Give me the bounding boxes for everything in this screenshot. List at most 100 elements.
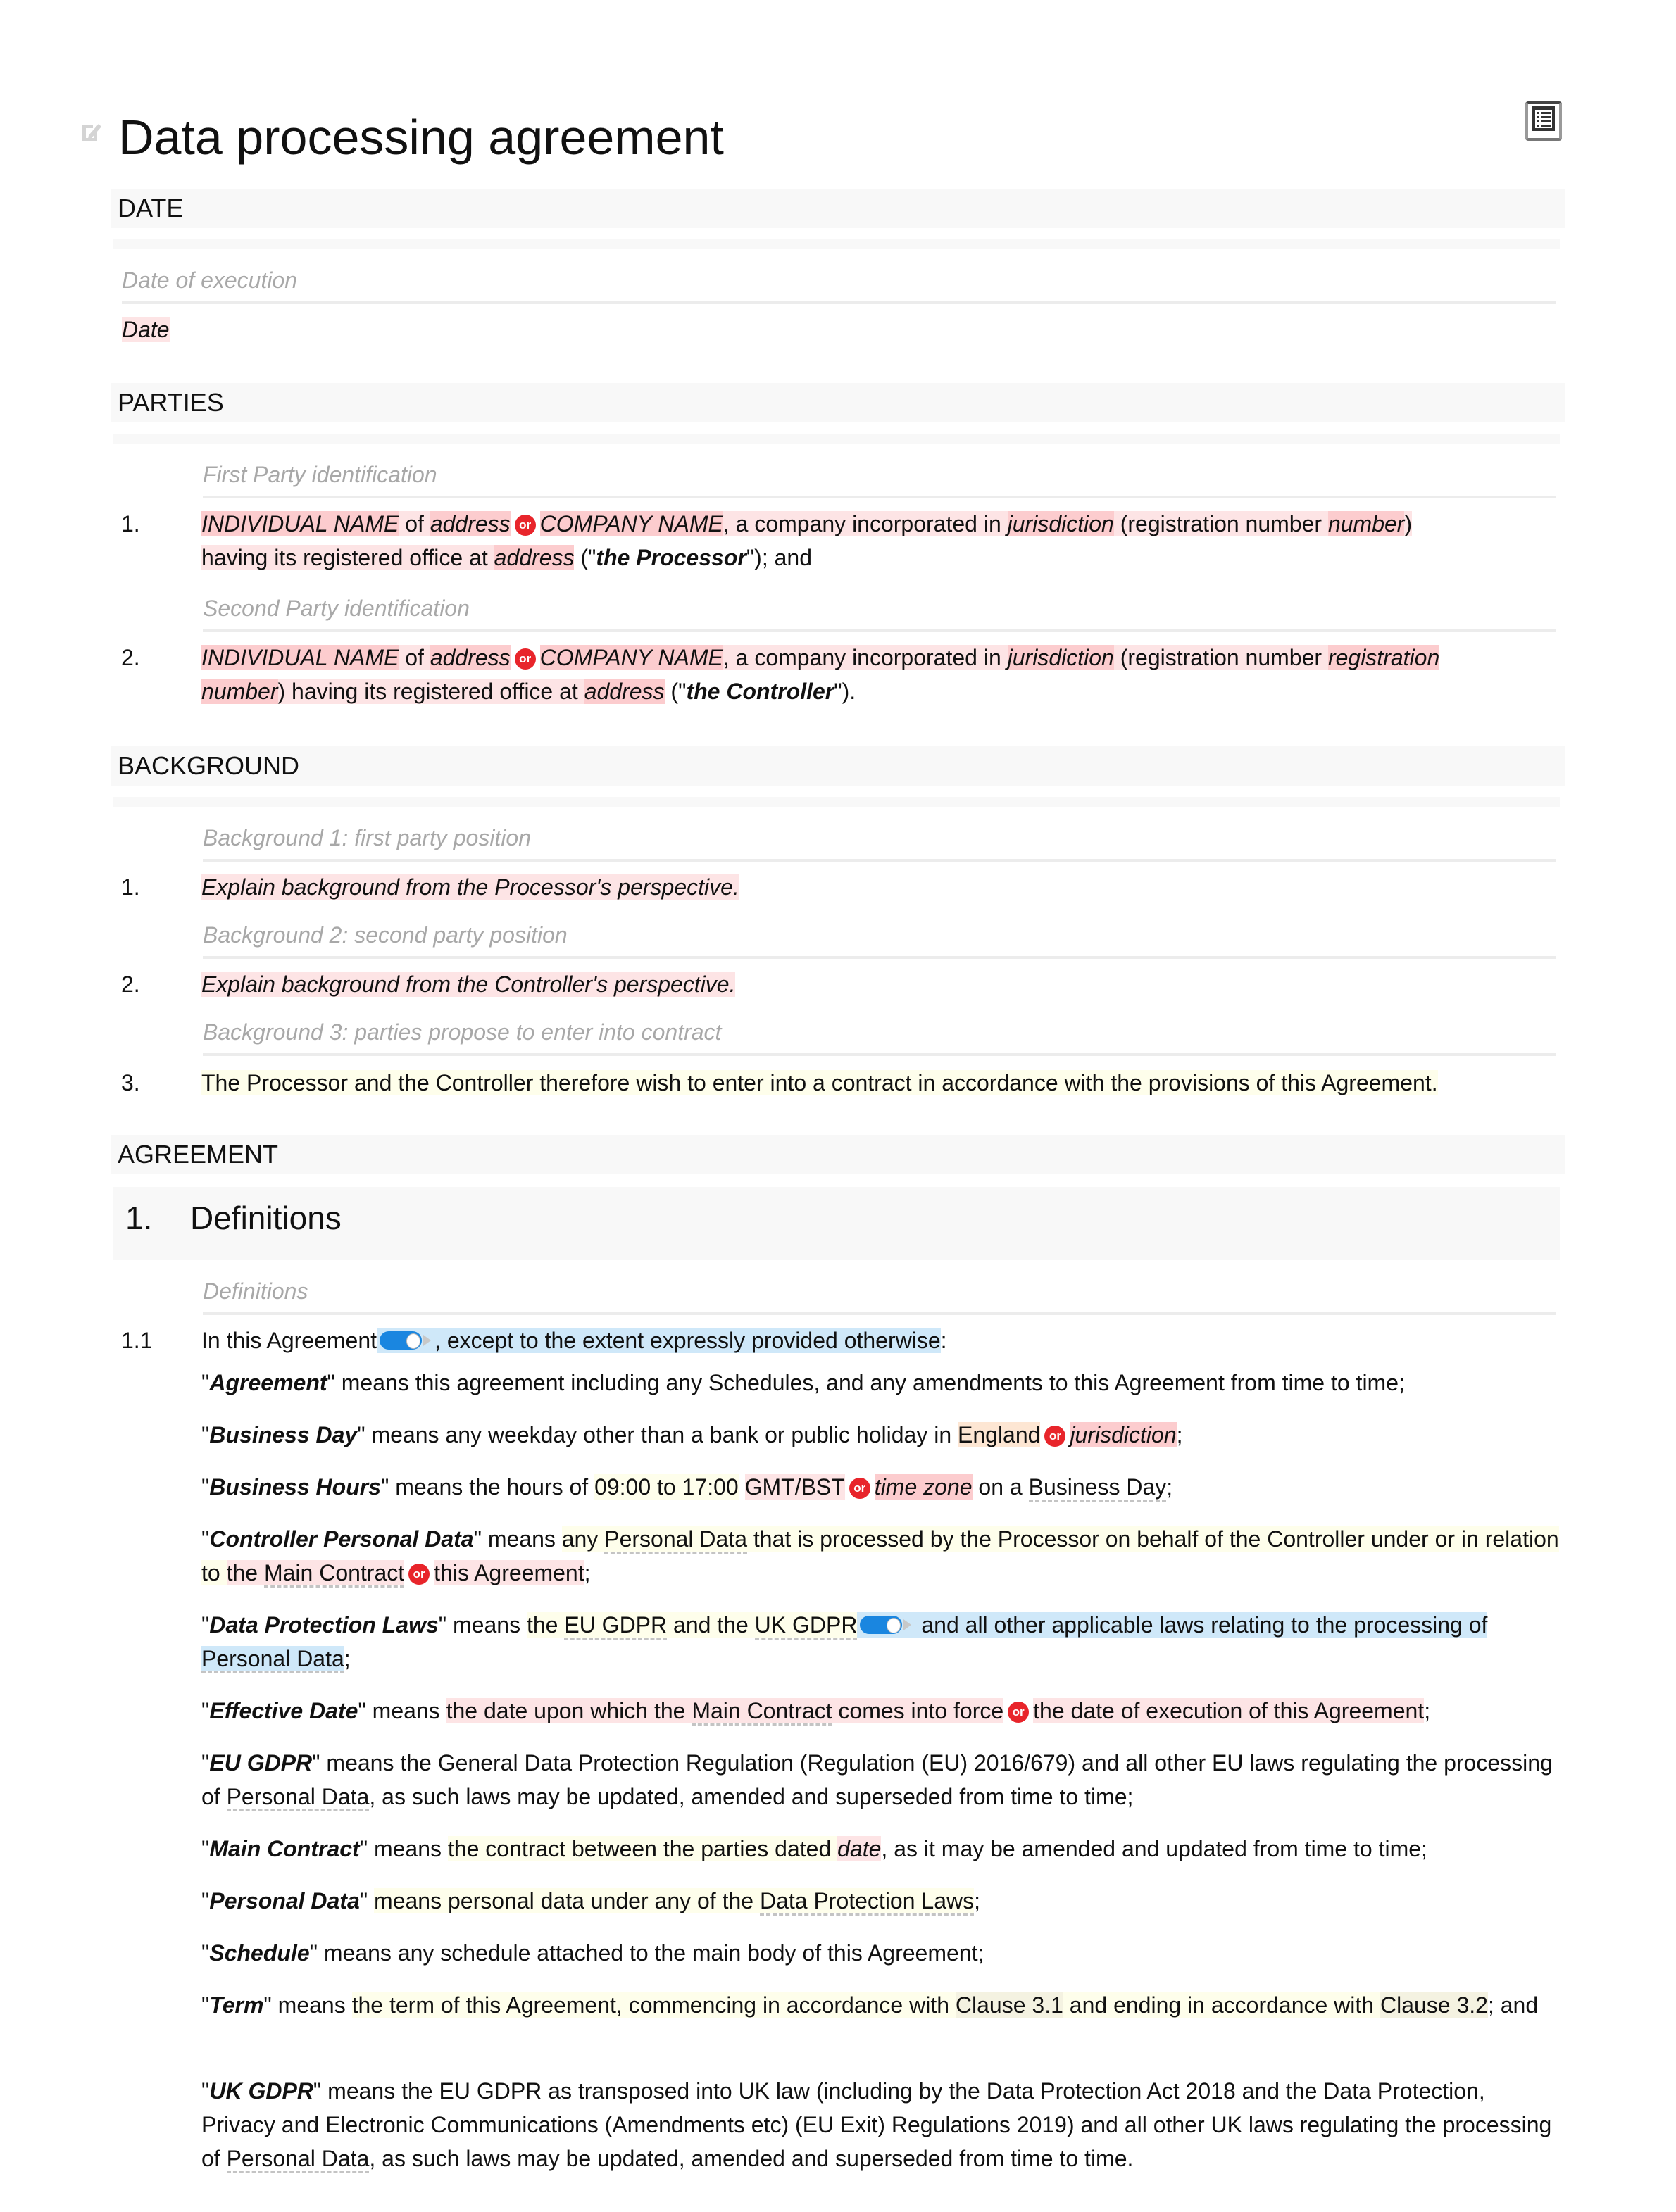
field-hint: Background 1: first party position [203, 825, 532, 850]
address-placeholder[interactable]: address [430, 645, 511, 670]
defined-term-link[interactable]: EU GDPR [564, 1612, 668, 1640]
address-placeholder[interactable]: address [430, 511, 511, 536]
defined-role: the Controller [686, 679, 834, 704]
field-hint: Background 3: parties propose to enter i… [203, 1019, 722, 1045]
party-number: 2. [121, 645, 140, 670]
defined-term-link[interactable]: UK GDPR [754, 1612, 858, 1640]
option-text[interactable]: the date of execution of this Agreement [1033, 1698, 1425, 1723]
default-option[interactable]: England [958, 1422, 1041, 1447]
address-placeholder[interactable]: address [584, 679, 665, 704]
option-text[interactable]: this Agreement [434, 1560, 584, 1585]
defined-term-link[interactable]: Business Day [1028, 1474, 1167, 1502]
clause-reference-link[interactable]: Clause 3.2 [1380, 1992, 1488, 2018]
defined-term: Business Hours [209, 1474, 381, 1500]
optional-text-toggle[interactable] [380, 1328, 432, 1350]
clause-reference-link[interactable]: Clause 3.1 [955, 1992, 1063, 2018]
defined-term: Data Protection Laws [209, 1612, 439, 1638]
section-header-agreement: AGREEMENT [111, 1135, 1565, 1174]
defined-term: Personal Data [209, 1888, 360, 1913]
optional-text[interactable]: The Processor and the Controller therefo… [201, 1070, 1438, 1095]
defined-term-link[interactable]: Data Protection Laws [759, 1888, 975, 1916]
table-of-contents-icon [1532, 106, 1555, 137]
field-hint-date: Date of execution [122, 268, 298, 293]
background-placeholder[interactable]: Explain background from the Processor's … [201, 874, 739, 900]
field-rule [122, 301, 1556, 304]
address-placeholder[interactable]: address [494, 545, 575, 570]
defined-term: EU GDPR [209, 1750, 313, 1776]
defined-term-link[interactable]: Personal Data [201, 1646, 344, 1673]
or-toggle-badge[interactable]: or [514, 515, 536, 536]
company-name-placeholder[interactable]: COMPANY NAME [539, 511, 723, 536]
title-row: Data processing agreement [79, 101, 1565, 169]
defined-role: the Processor [596, 545, 746, 570]
defined-term: Schedule [209, 1940, 310, 1966]
section-header-background: BACKGROUND [111, 746, 1565, 786]
or-toggle-badge[interactable]: or [408, 1564, 430, 1585]
defined-term-link[interactable]: Main Contract [263, 1560, 405, 1588]
optional-text[interactable]: the term of this Agreement, commencing i… [351, 1992, 1488, 2018]
definition-data-protection-laws: "Data Protection Laws" means the EU GDPR… [201, 1608, 1561, 1676]
defined-term-link[interactable]: Personal Data [226, 2146, 370, 2173]
field-hint-second-party: Second Party identification [203, 596, 470, 621]
background-item: Explain background from the Processor's … [201, 870, 1561, 904]
section-divider [113, 797, 1560, 807]
section-header-parties: PARTIES [111, 383, 1565, 422]
field-rule [203, 1053, 1556, 1056]
party-2-clause: INDIVIDUAL NAME of address or COMPANY NAME… [201, 645, 1440, 704]
party-1-clause: INDIVIDUAL NAME of address or COMPANY NAME… [201, 511, 1413, 570]
individual-name-placeholder[interactable]: INDIVIDUAL NAME [201, 511, 399, 536]
company-name-placeholder[interactable]: COMPANY NAME [539, 645, 723, 670]
defined-term: UK GDPR [209, 2078, 313, 2104]
optional-text-toggle[interactable] [860, 1613, 912, 1634]
clause-number: 1. [125, 1200, 153, 1236]
section-header-date: DATE [111, 189, 1565, 228]
optional-text[interactable]: the contract between the parties dated d… [447, 1836, 882, 1861]
defined-term-link[interactable]: Personal Data [604, 1526, 748, 1554]
field-rule [203, 629, 1556, 632]
defined-term: Main Contract [209, 1836, 360, 1861]
definition-schedule: "Schedule" means any schedule attached t… [201, 1940, 984, 1966]
subclause-number: 1.1 [121, 1328, 153, 1353]
optional-text[interactable]: 09:00 to 17:00 [594, 1474, 739, 1500]
definitions-intro: In this Agreement, except to the extent … [201, 1328, 947, 1353]
date-placeholder[interactable]: date [837, 1836, 882, 1861]
registration-number-placeholder[interactable]: number [1327, 511, 1405, 536]
or-toggle-badge[interactable]: or [1044, 1426, 1066, 1447]
field-rule [203, 859, 1556, 862]
registration-number-placeholder[interactable]: registration [1327, 645, 1440, 670]
definition-eu-gdpr: "EU GDPR" means the General Data Protect… [201, 1746, 1561, 1814]
jurisdiction-placeholder[interactable]: jurisdiction [1007, 645, 1114, 670]
definition-term: "Term" means the term of this Agreement,… [201, 1992, 1539, 2018]
definition-business-hours: "Business Hours" means the hours of 09:0… [201, 1470, 1561, 1504]
background-item: Explain background from the Controller's… [201, 967, 1561, 1001]
defined-term-link[interactable]: Main Contract [692, 1698, 832, 1726]
individual-name-placeholder[interactable]: INDIVIDUAL NAME [201, 645, 399, 670]
option-text[interactable]: the Main Contract [226, 1560, 405, 1588]
optional-text[interactable]: the EU GDPR and the UK GDPR [526, 1612, 858, 1640]
date-field[interactable]: Date [122, 313, 1481, 346]
field-rule [203, 1312, 1556, 1315]
background-placeholder[interactable]: Explain background from the Controller's… [201, 972, 736, 997]
table-of-contents-button[interactable] [1525, 101, 1562, 141]
jurisdiction-placeholder[interactable]: jurisdiction [1007, 511, 1114, 536]
or-toggle-badge[interactable]: or [1008, 1702, 1030, 1723]
background-number: 1. [121, 874, 140, 900]
registration-number-placeholder[interactable]: number [201, 679, 278, 704]
date-placeholder[interactable]: Date [122, 317, 170, 342]
defined-term: Business Day [209, 1422, 358, 1447]
option-text[interactable]: the date upon which the Main Contract co… [446, 1698, 1004, 1726]
party-number: 1. [121, 511, 140, 536]
defined-term: Agreement [209, 1370, 327, 1395]
background-item: The Processor and the Controller therefo… [201, 1066, 1561, 1100]
option-text[interactable]: GMT/BST [744, 1474, 845, 1500]
edit-pencil-icon[interactable] [80, 121, 103, 145]
clause-title: Definitions [190, 1200, 342, 1236]
or-toggle-badge[interactable]: or [514, 648, 536, 670]
background-number: 3. [121, 1070, 140, 1095]
or-toggle-badge[interactable]: or [849, 1478, 870, 1499]
time-zone-placeholder[interactable]: time zone [874, 1474, 973, 1500]
defined-term-link[interactable]: Personal Data [226, 1784, 370, 1811]
jurisdiction-placeholder[interactable]: jurisdiction [1070, 1422, 1177, 1447]
definition-agreement: "Agreement" means this agreement includi… [201, 1370, 1405, 1395]
optional-text[interactable]: means personal data under any of the Dat… [374, 1888, 975, 1916]
